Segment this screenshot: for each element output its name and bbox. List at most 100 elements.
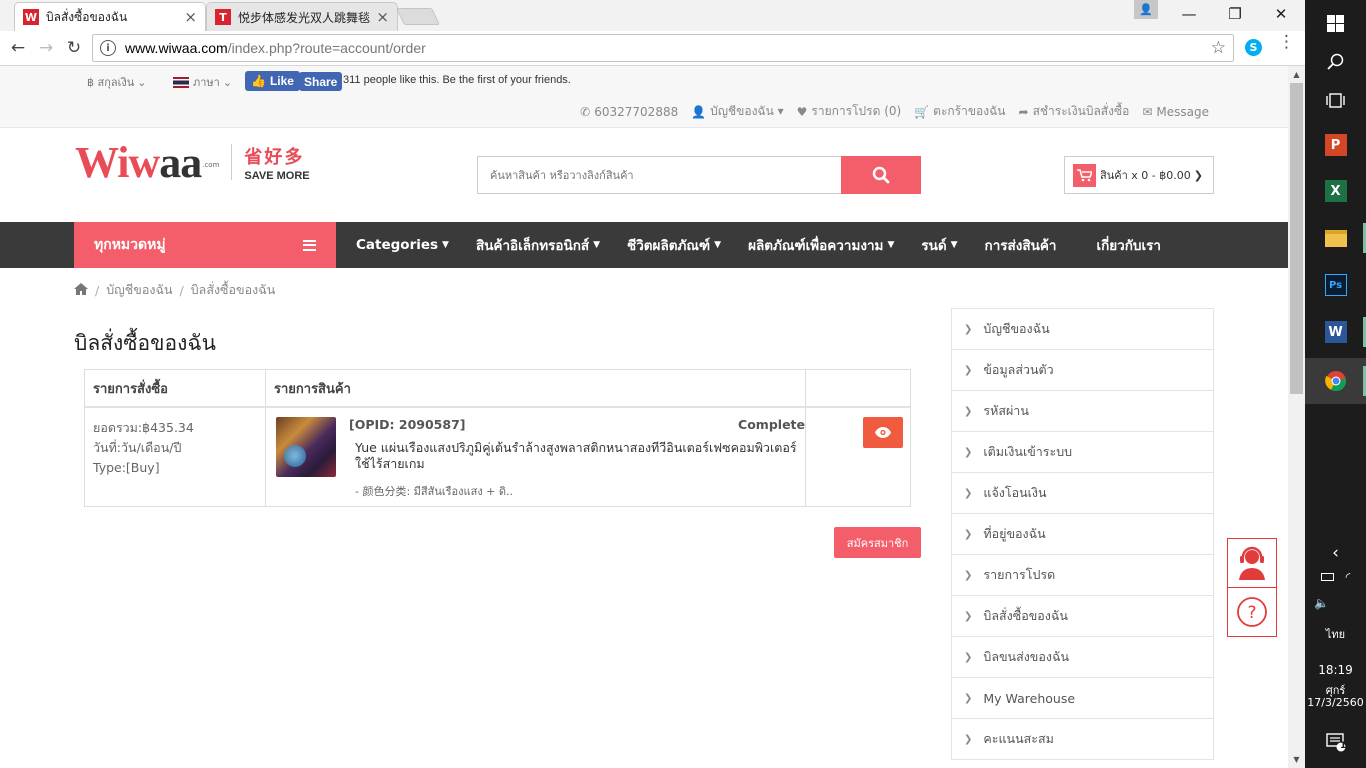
cart-icon bbox=[1073, 163, 1096, 187]
breadcrumb: / บัญชีของฉัน / บิลสั่งซื้อของฉัน bbox=[74, 280, 275, 300]
language-indicator[interactable]: ไทย bbox=[1305, 625, 1366, 643]
word-icon: W bbox=[1324, 321, 1347, 343]
chevron-down-icon: ▼ bbox=[714, 240, 722, 250]
battery-icon[interactable] bbox=[1320, 573, 1334, 581]
account-sidebar: ❯ บัญชีของฉัน ❯ ข้อมูลส่วนตัว ❯ รหัสผ่าน ❯ เ… bbox=[951, 308, 1214, 760]
order-type: Type:[Buy] bbox=[93, 460, 160, 475]
scroll-down-icon[interactable]: ▼ bbox=[1288, 751, 1305, 768]
nav-item-brand[interactable]: รนด์ ▼ bbox=[921, 234, 957, 256]
chevron-down-icon: ▼ bbox=[887, 240, 895, 250]
column-order: รายการสั่งซื้อ bbox=[85, 370, 266, 406]
sidebar-item-address[interactable]: ❯ ที่อยู่ของฉัน bbox=[952, 514, 1213, 555]
wifi-icon[interactable]: ◜ bbox=[1346, 570, 1351, 584]
sidebar-item-shipments[interactable]: ❯ บิลขนส่งของฉัน bbox=[952, 637, 1213, 678]
clock-time[interactable]: 18:19 bbox=[1305, 663, 1366, 677]
facebook-like-button[interactable]: 👍 Like bbox=[245, 71, 300, 91]
wishlist-link[interactable]: ♥ รายการโปรด (0) bbox=[797, 102, 902, 121]
facebook-share-button[interactable]: Share bbox=[299, 72, 343, 91]
task-view-button[interactable] bbox=[1305, 77, 1366, 123]
home-icon[interactable] bbox=[74, 282, 88, 298]
thai-flag-icon bbox=[173, 76, 189, 88]
taskbar-excel[interactable]: X bbox=[1305, 168, 1366, 214]
taskbar-file-explorer[interactable] bbox=[1305, 215, 1366, 261]
status-badge: Complete bbox=[738, 417, 805, 432]
minimize-icon[interactable]: — bbox=[1166, 0, 1212, 28]
nav-item-shipping[interactable]: การส่งสินค้า bbox=[985, 234, 1057, 256]
action-center-button[interactable]: 1 bbox=[1305, 722, 1366, 762]
profile-icon[interactable]: 👤 bbox=[1134, 0, 1158, 19]
browser-menu-icon[interactable]: ⋮ bbox=[1278, 34, 1295, 51]
my-cart-link[interactable]: 🛒 ตะกร้าของฉัน bbox=[914, 102, 1005, 121]
info-icon[interactable]: i bbox=[100, 40, 116, 56]
order-actions bbox=[806, 408, 910, 506]
clock-date[interactable]: 17/3/2560 bbox=[1305, 696, 1366, 709]
taskbar-chrome[interactable] bbox=[1305, 358, 1366, 404]
nav-item-lifestyle[interactable]: ชีวิตผลิตภัณฑ์ ▼ bbox=[627, 234, 721, 256]
view-order-button[interactable] bbox=[863, 417, 903, 448]
maximize-icon[interactable]: ❐ bbox=[1212, 0, 1258, 28]
nav-item-beauty[interactable]: ผลิตภัณฑ์เพื่อความงาม ▼ bbox=[748, 234, 894, 256]
nav-item-categories[interactable]: Categories ▼ bbox=[356, 237, 449, 253]
taskbar-word[interactable]: W bbox=[1305, 309, 1366, 355]
chevron-right-icon: ❯ bbox=[964, 569, 973, 581]
breadcrumb-account[interactable]: บัญชีของฉัน bbox=[106, 280, 172, 300]
forward-icon[interactable]: → bbox=[34, 37, 58, 59]
volume-icon[interactable]: 🔈 bbox=[1305, 588, 1366, 618]
register-member-button[interactable]: สมัครสมาชิก bbox=[834, 527, 921, 558]
all-categories-button[interactable]: ทุกหมวดหมู่ bbox=[74, 222, 336, 268]
mini-cart-button[interactable]: สินค้า x 0 - ฿0.00 ❯ bbox=[1064, 156, 1214, 194]
site-header: Wiwaa .com 省好多 SAVE MORE ค้นหาสินค้า หรื… bbox=[0, 128, 1288, 222]
language-selector[interactable]: ภาษา ⌄ bbox=[173, 73, 232, 91]
sidebar-item-transfer[interactable]: ❯ แจ้งโอนเงิน bbox=[952, 473, 1213, 514]
excel-icon: X bbox=[1324, 180, 1347, 202]
sidebar-item-wishlist[interactable]: ❯ รายการโปรด bbox=[952, 555, 1213, 596]
nav-item-about[interactable]: เกี่ยวกับเรา bbox=[1096, 234, 1160, 256]
taskbar-photoshop[interactable]: Ps bbox=[1305, 262, 1366, 308]
bookmark-star-icon[interactable]: ☆ bbox=[1211, 38, 1226, 58]
tab-close-icon[interactable]: × bbox=[376, 8, 389, 26]
help-button[interactable]: ? bbox=[1227, 587, 1277, 637]
skype-icon[interactable]: S bbox=[1245, 39, 1262, 56]
new-tab-button[interactable] bbox=[396, 8, 440, 25]
currency-selector[interactable]: ฿ สกุลเงิน ⌄ bbox=[87, 73, 146, 91]
tab-taobao[interactable]: T 悦步体感发光双人跳舞毯 × bbox=[206, 2, 398, 31]
chevron-right-icon: ❯ bbox=[964, 487, 973, 499]
tab-close-icon[interactable]: × bbox=[184, 8, 197, 26]
chevron-down-icon: ▼ bbox=[950, 240, 958, 250]
sidebar-item-profile[interactable]: ❯ ข้อมูลส่วนตัว bbox=[952, 350, 1213, 391]
sidebar-item-warehouse[interactable]: ❯ My Warehouse bbox=[952, 678, 1213, 719]
logo-com: .com bbox=[202, 161, 220, 169]
phone-link[interactable]: ✆ 60327702888 bbox=[580, 102, 678, 121]
page-scrollbar[interactable]: ▲ ▼ bbox=[1288, 66, 1305, 768]
sidebar-item-password[interactable]: ❯ รหัสผ่าน bbox=[952, 391, 1213, 432]
address-bar[interactable]: i www.wiwaa.com/index.php?route=account/… bbox=[92, 34, 1234, 62]
close-window-icon[interactable]: ✕ bbox=[1258, 0, 1304, 28]
back-icon[interactable]: ← bbox=[6, 37, 30, 59]
message-link[interactable]: ✉ Message bbox=[1142, 102, 1209, 121]
svg-text:?: ? bbox=[1247, 603, 1256, 623]
my-account-link[interactable]: 👤 บัญชีของฉัน ▾ bbox=[691, 102, 783, 121]
photoshop-icon: Ps bbox=[1324, 274, 1347, 296]
product-thumbnail[interactable] bbox=[276, 417, 336, 477]
sidebar-item-topup[interactable]: ❯ เติมเงินเข้าระบบ bbox=[952, 432, 1213, 473]
wiwaa-logo[interactable]: Wiwaa .com 省好多 SAVE MORE bbox=[75, 141, 310, 185]
orders-table: รายการสั่งซื้อ รายการสินค้า ยอดรวม:฿435.… bbox=[84, 369, 911, 507]
nav-item-electronics[interactable]: สินค้าอิเล็กทรอนิกส์ ▼ bbox=[476, 234, 600, 256]
search-input[interactable] bbox=[477, 156, 841, 194]
checkout-link[interactable]: ➦ สชำระเงินบิลสั่งซื้อ bbox=[1019, 102, 1130, 121]
scroll-up-icon[interactable]: ▲ bbox=[1288, 66, 1305, 83]
product-name[interactable]: Yue แผ่นเรืองแสงปริภูมิคู่เต้นรำล้างสูงพ… bbox=[355, 440, 805, 472]
search-button[interactable] bbox=[841, 156, 921, 194]
tab-active[interactable]: W บิลสั่งซื้อของฉัน × bbox=[14, 2, 206, 31]
url-text[interactable]: www.wiwaa.com/index.php?route=account/or… bbox=[125, 40, 1211, 56]
sidebar-item-orders[interactable]: ❯ บิลสั่งซื้อของฉัน bbox=[952, 596, 1213, 637]
customer-service-button[interactable] bbox=[1227, 538, 1277, 588]
tab-strip: W บิลสั่งซื้อของฉัน × T 悦步体感发光双人跳舞毯 × 👤 … bbox=[0, 0, 1305, 31]
scrollbar-thumb[interactable] bbox=[1290, 83, 1303, 394]
chevron-right-icon: ❯ bbox=[964, 446, 973, 458]
reload-icon[interactable]: ↻ bbox=[62, 37, 86, 59]
breadcrumb-orders[interactable]: บิลสั่งซื้อของฉัน bbox=[191, 280, 276, 300]
taskbar-powerpoint[interactable]: P bbox=[1305, 122, 1366, 168]
sidebar-item-account[interactable]: ❯ บัญชีของฉัน bbox=[952, 309, 1213, 350]
sidebar-item-points[interactable]: ❯ คะแนนสะสม bbox=[952, 719, 1213, 760]
